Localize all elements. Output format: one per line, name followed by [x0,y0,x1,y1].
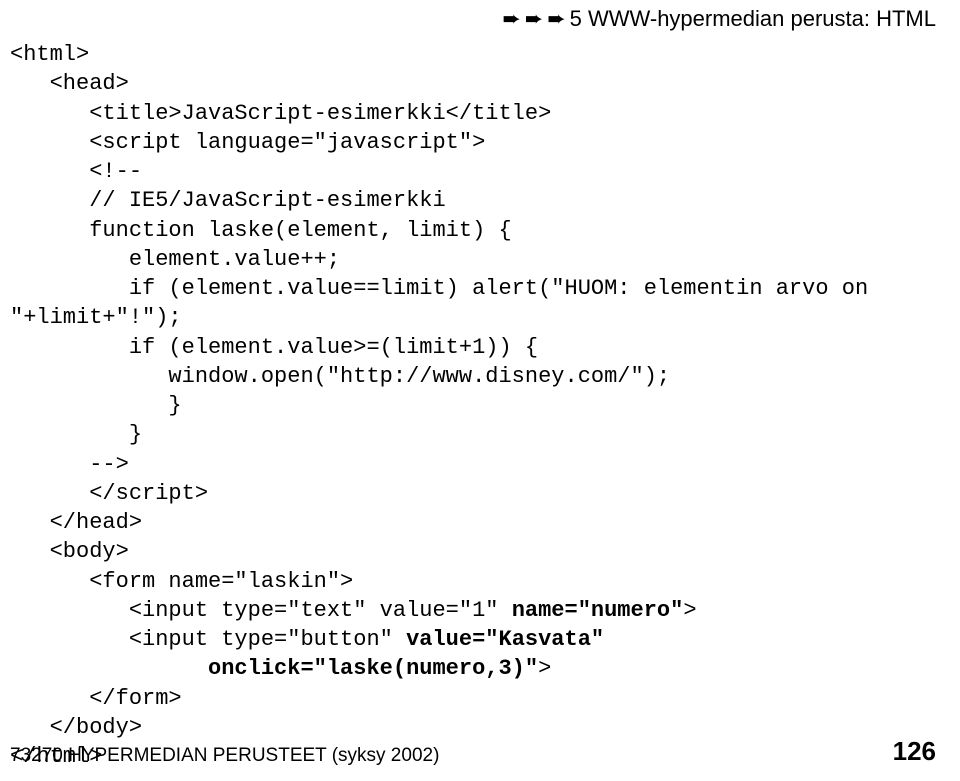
breadcrumb-header: ➨ ➨ ➨ 5 WWW-hypermedian perusta: HTML [502,6,936,32]
code-line: <title>JavaScript-esimerkki</title> [10,101,551,126]
breadcrumb-text: 5 WWW-hypermedian perusta: HTML [570,6,936,32]
code-line: "+limit+"!"); [10,305,182,330]
code-line: } [10,393,182,418]
code-line: if (element.value>=(limit+1)) { [10,335,538,360]
code-line: > [538,656,551,681]
code-line: if (element.value==limit) alert("HUOM: e… [10,276,868,301]
arrow-icon: ➨ [547,6,565,32]
code-line: element.value++; [10,247,340,272]
code-line: <script language="javascript"> [10,130,485,155]
code-line: function laske(element, limit) { [10,218,512,243]
arrow-icon: ➨ [502,6,520,32]
code-line: </script> [10,481,208,506]
code-line: <body> [10,539,129,564]
arrow-icon: ➨ [525,6,543,32]
code-line: <input type="button" [10,627,406,652]
code-line: // IE5/JavaScript-esimerkki [10,188,446,213]
code-line: <form name="laskin"> [10,569,353,594]
code-bold: name="numero" [512,598,684,623]
code-line: </form> [10,686,182,711]
code-line: } [10,422,142,447]
page-footer: 73270 HYPERMEDIAN PERUSTEET (syksy 2002)… [10,736,936,767]
code-line: <head> [10,71,129,96]
code-bold: value="Kasvata" [406,627,604,652]
code-line: <html> [10,42,89,67]
code-line: > [683,598,696,623]
code-line: </head> [10,510,142,535]
page-number: 126 [893,736,936,767]
code-line: window.open("http://www.disney.com/"); [10,364,670,389]
code-line: --> [10,452,129,477]
footer-course-title: 73270 HYPERMEDIAN PERUSTEET (syksy 2002) [10,745,439,767]
code-line: <!-- [10,159,142,184]
code-line: <input type="text" value="1" [10,598,512,623]
code-listing: <html> <head> <title>JavaScript-esimerkk… [10,40,868,771]
code-bold: onclick="laske(numero,3)" [10,656,538,681]
